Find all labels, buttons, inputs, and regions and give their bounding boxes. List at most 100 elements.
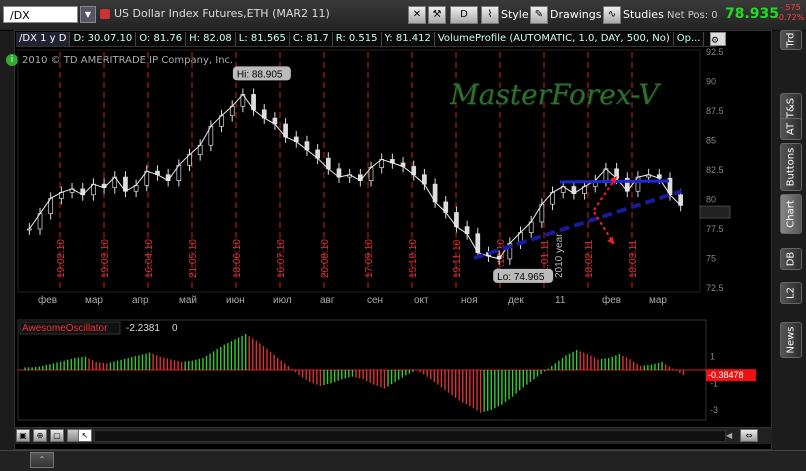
expand-panel-button[interactable]: ⌃ xyxy=(30,452,54,468)
last-price: 78.935 xyxy=(725,6,780,22)
trendline-support xyxy=(473,189,683,260)
info-date: D: 30.07.10 xyxy=(70,32,137,46)
zoom-in-button[interactable]: ⊕ xyxy=(33,429,47,442)
sidebar-tab-label: Chart xyxy=(785,200,797,228)
drawings-button[interactable]: ✎ xyxy=(530,6,548,24)
lo-label: Lo: 74.965 xyxy=(497,272,545,283)
info-high: H: 82.08 xyxy=(186,32,236,46)
pan-button[interactable]: ▢ xyxy=(50,429,64,442)
month-axis-label: дек xyxy=(508,295,524,306)
sidebar-tab-buttons[interactable]: Buttons xyxy=(780,143,802,191)
zoom-out-icon: ▣ xyxy=(19,431,27,440)
hi-label: Hi: 88.905 xyxy=(237,69,283,80)
symbol-dropdown-button[interactable]: ▼ xyxy=(80,6,96,23)
chevron-down-icon: ▼ xyxy=(84,10,92,19)
timeframe-button[interactable]: D xyxy=(450,6,478,24)
vertical-date-label: 19.03.10 xyxy=(100,239,111,278)
sidebar-tab-db[interactable]: DB xyxy=(780,248,802,270)
sidebar-tab-label: L2 xyxy=(785,287,797,299)
chart-period[interactable]: /DX 1 y D xyxy=(16,32,71,46)
vertical-date-label: 18.06.10 xyxy=(232,239,243,278)
symbol-input[interactable]: /DX xyxy=(3,6,78,23)
scroll-left-icon[interactable]: ◀ xyxy=(726,431,732,440)
price-change: -.575 xyxy=(780,3,801,12)
info-more[interactable]: Op... xyxy=(674,32,705,46)
horizontal-scrollbar[interactable] xyxy=(94,430,726,442)
sidebar-tab-trd[interactable]: Trd xyxy=(780,30,802,50)
drawings-label[interactable]: Drawings xyxy=(550,6,601,24)
crosshair-tool-button[interactable]: ✕ xyxy=(408,6,426,24)
vertical-date-label: 21.05.10 xyxy=(188,239,199,278)
month-axis-label: 11 xyxy=(555,295,566,306)
month-axis-label: фев xyxy=(602,294,621,306)
month-axis-label: авг xyxy=(320,295,335,306)
oscillator-name: AwesomeOscillator xyxy=(22,323,108,334)
wrench-icon: ⚒ xyxy=(432,9,442,20)
info-y: Y: 81.412 xyxy=(382,32,435,46)
sidebar-tab-label: Buttons xyxy=(785,147,797,187)
expand-button[interactable]: ⇔ xyxy=(740,429,758,442)
sidebar-tab-at[interactable]: AT xyxy=(780,118,802,140)
month-axis-label: май xyxy=(179,295,197,306)
vertical-date-label: 16.04.10 xyxy=(144,239,155,278)
crosshair-icon: ✕ xyxy=(412,9,422,20)
month-axis-label: ноя xyxy=(461,295,478,306)
symbol-flag-icon[interactable] xyxy=(100,9,110,19)
sidebar-tab-l2[interactable]: L2 xyxy=(780,282,802,304)
pencil-icon: ✎ xyxy=(534,9,544,20)
studies-button[interactable]: ∿ xyxy=(603,6,621,24)
symbol-description: US Dollar Index Futures,ETH (MAR2 11) xyxy=(114,7,330,20)
vertical-date-label: 19.02.10 xyxy=(56,239,67,278)
sidebar-tab-label: T&S xyxy=(785,97,797,119)
month-axis-label: сен xyxy=(367,295,383,306)
info-close: C: 81.7 xyxy=(290,32,333,46)
year-label: 2010 year xyxy=(554,233,565,278)
vertical-date-label: 16.07.10 xyxy=(276,239,287,278)
price-axis-label: 90 xyxy=(706,77,716,87)
vertical-date-label: 17.09.10 xyxy=(364,239,375,278)
month-axis-label: июл xyxy=(273,295,292,306)
magnifier-icon: ⊕ xyxy=(36,431,44,440)
zoom-out-button[interactable]: ▣ xyxy=(16,429,30,442)
studies-label[interactable]: Studies xyxy=(623,6,664,24)
price-axis-label: 72.5 xyxy=(706,283,724,293)
current-price-marker xyxy=(699,205,731,219)
oscillator-zero: 0 xyxy=(172,323,178,334)
sidebar-tab-chart[interactable]: Chart xyxy=(780,194,802,234)
vertical-date-label: 18.03.11 xyxy=(628,239,639,278)
oscillator-value: -2.2381 xyxy=(126,323,160,334)
price-axis-label: 75 xyxy=(706,254,716,264)
chart-settings-button[interactable]: ⚙ xyxy=(710,32,726,46)
oscillator-current-value: -0.38478 xyxy=(708,370,744,380)
month-axis-label: окт xyxy=(414,295,429,306)
pointer-button[interactable]: ↖ xyxy=(78,429,92,442)
price-axis-label: 92.5 xyxy=(706,48,724,57)
info-open: O: 81.76 xyxy=(136,32,187,46)
vertical-date-label: 20.08.10 xyxy=(320,239,331,278)
info-study[interactable]: VolumeProfile (AUTOMATIC, 1.0, DAY, 500,… xyxy=(435,32,674,46)
info-range: R: 0.515 xyxy=(333,32,382,46)
oscillator-axis-label: -3 xyxy=(710,405,718,415)
month-axis-label: фев xyxy=(38,294,57,306)
sidebar-tab-news[interactable]: News xyxy=(780,322,802,358)
price-axis-label: 85 xyxy=(706,136,716,146)
vertical-date-label: 15.10.10 xyxy=(408,239,419,278)
price-line xyxy=(28,93,682,260)
sidebar-tab-label: AT xyxy=(785,122,797,136)
month-axis-label: июн xyxy=(226,295,245,306)
chart-settings-icon: ⚙ xyxy=(711,36,720,46)
price-change-percent: -0.72% xyxy=(776,13,805,22)
vertical-date-label: 18.02.11 xyxy=(584,239,595,278)
settings-tool-button[interactable]: ⚒ xyxy=(428,6,446,24)
chart-info-bar: /DX 1 y D D: 30.07.10 O: 81.76 H: 82.08 L: 8… xyxy=(16,32,716,47)
sidebar-tab-label: News xyxy=(785,326,797,354)
month-axis-label: апр xyxy=(132,295,149,306)
price-axis-label: 80 xyxy=(706,195,716,205)
net-position: Net Pos: 0 xyxy=(667,10,718,21)
oscillator-axis-label: 1 xyxy=(710,352,715,362)
month-axis-label: мар xyxy=(85,295,103,306)
price-axis-label: 82.5 xyxy=(706,165,724,175)
style-label[interactable]: Style xyxy=(501,6,529,24)
watermark-logo: MasterForex-V xyxy=(450,78,659,111)
style-button[interactable]: ⌇ xyxy=(481,6,499,24)
